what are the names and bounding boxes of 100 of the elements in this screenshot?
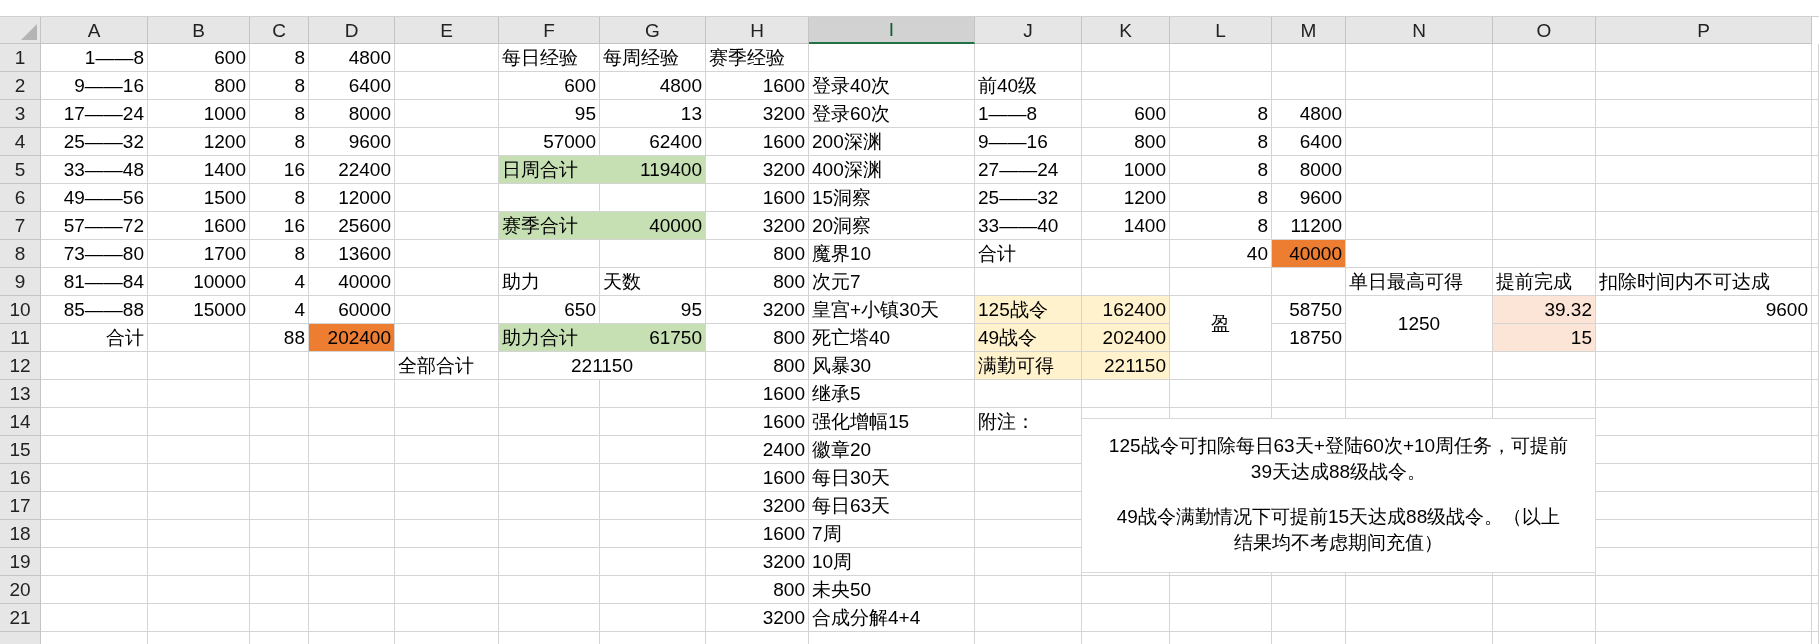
table-cell: 未央50	[809, 576, 975, 604]
table-cell: 强化增幅15	[809, 408, 975, 436]
column-header[interactable]: N	[1346, 17, 1493, 44]
table-cell: 登录40次	[809, 72, 975, 100]
row-header[interactable]: 19	[0, 548, 41, 576]
column-header[interactable]: D	[309, 17, 395, 44]
table-cell: 9600	[309, 128, 395, 156]
row-header[interactable]: 16	[0, 464, 41, 492]
row-header[interactable]: 7	[0, 212, 41, 240]
row-header[interactable]: 9	[0, 268, 41, 296]
row-header[interactable]: 13	[0, 380, 41, 408]
row-header[interactable]: 11	[0, 324, 41, 352]
empty-cell	[250, 380, 309, 408]
table-cell: 3200	[706, 100, 809, 128]
table-cell: 1600	[706, 128, 809, 156]
column-header[interactable]: J	[975, 17, 1082, 44]
row-header[interactable]: 20	[0, 576, 41, 604]
table-cell: 25——32	[41, 128, 148, 156]
table-cell: 合计	[975, 240, 1082, 268]
row-header[interactable]: 2	[0, 72, 41, 100]
empty-cell	[250, 520, 309, 548]
table-cell: 600	[499, 72, 600, 100]
column-header[interactable]: B	[148, 17, 250, 44]
note-paragraph: 49战令满勤情况下可提前15天达成88级战令。（以上结果均不考虑期间充值）	[1115, 505, 1562, 555]
table-cell: 4	[250, 296, 309, 324]
table-cell: 助力	[499, 268, 600, 296]
table-cell: 次元7	[809, 268, 975, 296]
column-header[interactable]: E	[395, 17, 499, 44]
column-header[interactable]: A	[41, 17, 148, 44]
row-header[interactable]: 3	[0, 100, 41, 128]
note-paragraph: 125战令可扣除每日63天+登陆60次+10周任务，可提前39天达成88级战令。	[1108, 434, 1569, 484]
table-cell: 8	[250, 128, 309, 156]
column-header[interactable]: G	[600, 17, 706, 44]
table-cell: 合成分解4+4	[809, 604, 975, 632]
table-cell: 4800	[600, 72, 706, 100]
table-cell: 助力合计	[499, 324, 600, 352]
table-cell: 3200	[706, 156, 809, 184]
table-cell: 10000	[148, 268, 250, 296]
column-header[interactable]: L	[1170, 17, 1272, 44]
table-cell: 2400	[706, 436, 809, 464]
row-header[interactable]: 18	[0, 520, 41, 548]
empty-cell	[250, 548, 309, 576]
table-cell: 10周	[809, 548, 975, 576]
table-cell: 40000	[600, 212, 706, 240]
table-cell: 8	[1170, 100, 1272, 128]
table-cell: 3200	[706, 296, 809, 324]
table-cell: 600	[1082, 100, 1170, 128]
column-header[interactable]: O	[1493, 17, 1596, 44]
column-header[interactable]: C	[250, 17, 309, 44]
table-cell: 15洞察	[809, 184, 975, 212]
table-cell: 1400	[1082, 212, 1170, 240]
table-cell: 202400	[1082, 324, 1170, 352]
table-cell: 20洞察	[809, 212, 975, 240]
table-cell: 81——84	[41, 268, 148, 296]
table-cell: 8	[250, 100, 309, 128]
table-cell: 18750	[1272, 324, 1346, 352]
table-cell: 39.32	[1493, 296, 1596, 324]
column-header[interactable]: M	[1272, 17, 1346, 44]
table-cell: 1500	[148, 184, 250, 212]
table-cell: 8	[1170, 156, 1272, 184]
table-cell: 73——80	[41, 240, 148, 268]
table-cell: 119400	[600, 156, 706, 184]
table-cell: 每日63天	[809, 492, 975, 520]
row-header[interactable]: 10	[0, 296, 41, 324]
table-cell: 57——72	[41, 212, 148, 240]
row-header[interactable]: 4	[0, 128, 41, 156]
table-cell: 9600	[1272, 184, 1346, 212]
row-header[interactable]: 14	[0, 408, 41, 436]
table-cell: 8	[250, 240, 309, 268]
select-all-icon[interactable]	[21, 24, 37, 40]
table-cell: 58750	[1272, 296, 1346, 324]
column-header[interactable]: F	[499, 17, 600, 44]
row-header[interactable]: 8	[0, 240, 41, 268]
column-header[interactable]: H	[706, 17, 809, 44]
table-cell: 15	[1493, 324, 1596, 352]
table-cell: 1——8	[41, 44, 148, 72]
row-header[interactable]: 15	[0, 436, 41, 464]
column-header[interactable]: I	[809, 17, 975, 44]
row-header[interactable]: 21	[0, 604, 41, 632]
row-header[interactable]: 12	[0, 352, 41, 380]
column-header[interactable]: P	[1596, 17, 1812, 44]
table-cell: 221150	[1082, 352, 1170, 380]
row-header[interactable]: 5	[0, 156, 41, 184]
table-cell: 800	[706, 268, 809, 296]
column-header[interactable]: K	[1082, 17, 1170, 44]
table-cell: 单日最高可得	[1346, 268, 1493, 296]
row-header[interactable]: 6	[0, 184, 41, 212]
table-cell: 800	[706, 324, 809, 352]
empty-cell	[250, 464, 309, 492]
row-header[interactable]: 17	[0, 492, 41, 520]
table-cell: 1200	[148, 128, 250, 156]
table-cell: 9600	[1596, 296, 1812, 324]
table-cell: 33——48	[41, 156, 148, 184]
row-header[interactable]: 1	[0, 44, 41, 72]
table-cell: 40000	[1272, 240, 1346, 268]
table-cell: 登录60次	[809, 100, 975, 128]
table-cell: 魔界10	[809, 240, 975, 268]
table-cell: 8000	[309, 100, 395, 128]
table-cell: 49战令	[975, 324, 1082, 352]
table-cell: 8	[250, 72, 309, 100]
